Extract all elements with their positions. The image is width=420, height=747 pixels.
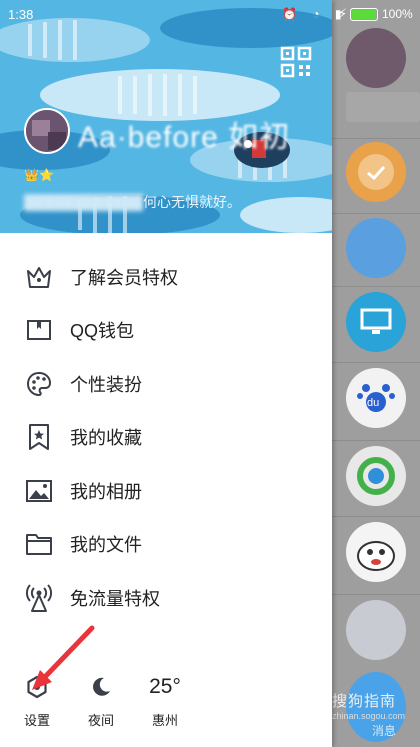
menu-item-free-data[interactable]: 免流量特权: [0, 571, 332, 625]
antenna-icon: [24, 583, 54, 613]
weather-widget[interactable]: 25° 惠州: [141, 670, 189, 729]
menu-item-files[interactable]: 我的文件: [0, 518, 332, 572]
menu-item-label: 我的相册: [70, 481, 142, 502]
settings-label: 设置: [23, 713, 50, 728]
menu-item-label: 我的收藏: [70, 428, 142, 449]
profile-avatar[interactable]: [24, 108, 70, 154]
crown-badge-icon: 👑: [24, 168, 39, 182]
profile-nickname[interactable]: Aa·before 如初: [78, 112, 290, 156]
background-avatar: [346, 446, 406, 506]
charging-icon: ⚡: [338, 6, 348, 21]
menu-item-photo-album[interactable]: 我的相册: [0, 464, 332, 518]
temperature: 25°: [149, 675, 181, 698]
background-avatar: [346, 600, 406, 660]
menu-item-qq-wallet[interactable]: QQ钱包: [0, 304, 332, 358]
profile-header[interactable]: Aa·before 如初 👑⭐ ████████████何心无惧就好。: [0, 0, 332, 233]
night-mode-label: 夜间: [87, 713, 114, 728]
background-avatar: [346, 522, 406, 582]
background-avatar: [346, 28, 406, 88]
battery-percent: 100%: [382, 7, 413, 21]
settings-button[interactable]: 设置: [13, 670, 61, 729]
menu-item-label: 了解会员特权: [70, 267, 178, 288]
profile-signature[interactable]: ████████████何心无惧就好。: [24, 192, 241, 212]
message-tab-label: 消息: [372, 724, 397, 738]
menu-item-favorites[interactable]: 我的收藏: [0, 411, 332, 465]
settings-gear-icon: [13, 670, 61, 704]
side-drawer: Aa·before 如初 👑⭐ ████████████何心无惧就好。 了解会员…: [0, 0, 332, 747]
background-chat-list: du 消息: [332, 0, 420, 747]
vip-badges[interactable]: 👑⭐: [24, 168, 54, 182]
menu-item-label: 个性装扮: [70, 374, 142, 395]
crown-icon: [24, 262, 54, 292]
signature-blurred: ████████████: [24, 194, 144, 210]
background-avatar: [346, 142, 406, 202]
drawer-menu: 了解会员特权 QQ钱包 个性装扮 我的收藏 我的相册 我的文件 免流量特权: [0, 250, 332, 625]
qr-code-button[interactable]: [280, 46, 312, 78]
drawer-footer: 设置 夜间 25° 惠州: [0, 670, 332, 740]
wallet-icon: [24, 315, 54, 345]
watermark: 搜狗指南 zhinan.sogou.com: [332, 693, 406, 721]
menu-item-vip-privileges[interactable]: 了解会员特权: [0, 250, 332, 304]
menu-item-label: QQ钱包: [70, 321, 135, 342]
svg-text:du: du: [367, 397, 379, 409]
bookmark-star-icon: [24, 422, 54, 452]
moon-icon: [77, 670, 125, 704]
background-avatar: du: [346, 368, 406, 428]
background-avatar: [346, 218, 406, 278]
background-search-bar: [346, 92, 420, 122]
qr-code-icon: [280, 46, 312, 78]
menu-item-label: 我的文件: [70, 535, 142, 556]
battery-icon: [350, 8, 378, 21]
status-time: 1:38: [8, 7, 34, 22]
city-label: 惠州: [151, 713, 178, 728]
menu-item-label: 免流量特权: [70, 588, 160, 609]
folder-icon: [24, 529, 54, 559]
star-badge-icon: ⭐: [38, 168, 54, 182]
background-avatar: [346, 292, 406, 352]
status-bar: 1:38 ⏰ ◔ ▮ ⚡ 100%: [0, 0, 420, 30]
night-mode-button[interactable]: 夜间: [77, 670, 125, 729]
photo-album-icon: [24, 476, 54, 506]
palette-icon: [24, 369, 54, 399]
menu-item-personalize[interactable]: 个性装扮: [0, 357, 332, 411]
